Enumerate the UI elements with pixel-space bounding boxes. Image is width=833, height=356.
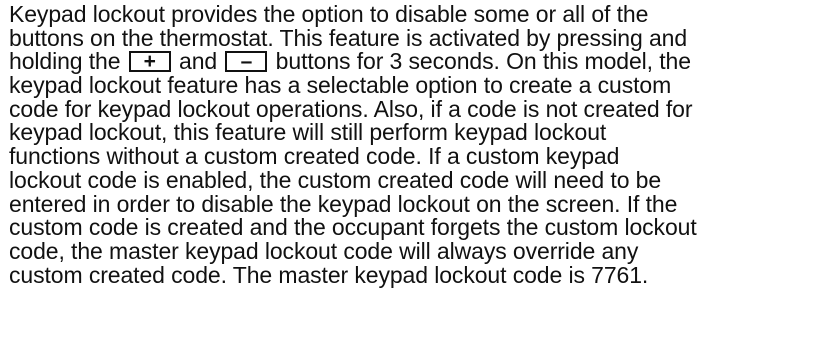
text-segment: holding the <box>9 48 127 75</box>
text-line: entered in order to disable the keypad l… <box>9 190 678 217</box>
text-line: custom code is created and the occupant … <box>9 214 697 241</box>
text-line: code, the master keypad lockout code wil… <box>9 237 639 264</box>
minus-glyph: – <box>240 50 253 74</box>
plus-glyph: + <box>143 50 156 74</box>
plus-button-icon: + <box>128 50 171 74</box>
text-line: custom created code. The master keypad l… <box>9 261 649 288</box>
text-line: keypad lockout feature has a selectable … <box>9 72 672 99</box>
text-segment: and <box>172 48 224 75</box>
text-line: Keypad lockout provides the option to di… <box>9 1 649 27</box>
keypad-lockout-paragraph: Keypad lockout provides the option to di… <box>9 1 829 288</box>
text-line: lockout code is enabled, the custom crea… <box>9 166 662 193</box>
text-line: keypad lockout, this feature will still … <box>9 119 607 146</box>
text-line: code for keypad lockout operations. Also… <box>9 95 693 122</box>
text-segment: buttons for 3 seconds. On this model, th… <box>269 48 691 75</box>
text-line: functions without a custom created code.… <box>9 143 620 170</box>
text-line: holding the + and – buttons for 3 second… <box>9 50 829 74</box>
minus-button-icon: – <box>225 50 268 74</box>
text-line: buttons on the thermostat. This feature … <box>9 24 688 51</box>
